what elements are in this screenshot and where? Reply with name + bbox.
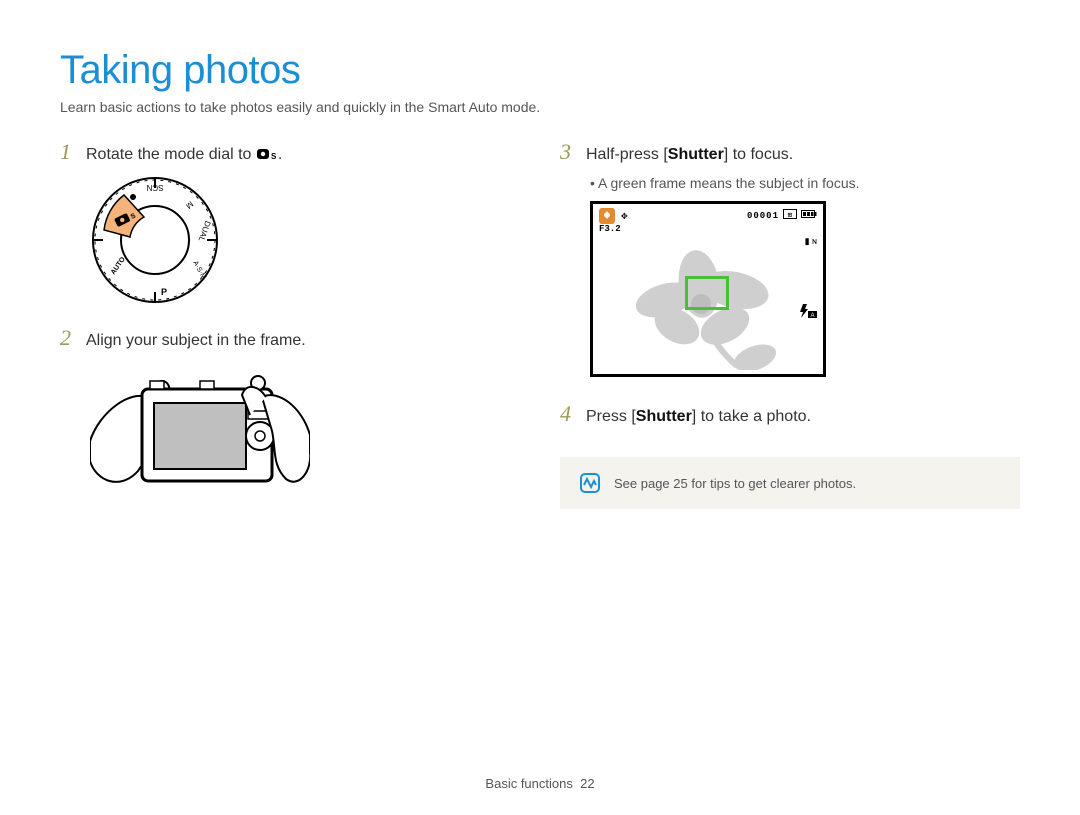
svg-text:A: A [810, 313, 814, 318]
step-2: 2 Align your subject in the frame. [60, 325, 520, 351]
step-4-text: Press [Shutter] to take a photo. [586, 408, 811, 426]
intro-text: Learn basic actions to take photos easil… [60, 99, 1020, 115]
tip-box: See page 25 for tips to get clearer phot… [560, 457, 1020, 509]
screen-status-bar: ✥ 00001 ⊞ [599, 208, 817, 224]
step-1-pre: Rotate the mode dial to [86, 146, 256, 163]
image-size-icon: ⊞ [783, 209, 797, 223]
right-column: 3 Half-press [Shutter] to focus. A green… [560, 139, 1020, 531]
smart-auto-icon: S [256, 147, 278, 161]
aperture-value: F3.2 [599, 224, 621, 234]
shot-counter: 00001 [747, 211, 779, 221]
step-4-number: 4 [560, 401, 576, 427]
step-4: 4 Press [Shutter] to take a photo. [560, 401, 1020, 427]
step-2-number: 2 [60, 325, 76, 351]
battery-icon [801, 209, 817, 223]
step-3: 3 Half-press [Shutter] to focus. [560, 139, 1020, 165]
svg-text:SCN: SCN [146, 183, 163, 192]
page-title: Taking photos [60, 48, 1020, 93]
svg-text:⊞: ⊞ [788, 212, 793, 219]
image-quality-icon: ▮ ɴ [805, 236, 817, 247]
macro-mode-icon [599, 208, 615, 224]
step-3-bold: Shutter [668, 146, 724, 163]
step-3-sub: A green frame means the subject in focus… [590, 175, 1020, 191]
step-1-text: Rotate the mode dial to S. [86, 146, 282, 164]
page-footer: Basic functions 22 [0, 776, 1080, 791]
footer-section: Basic functions [485, 776, 572, 791]
step-3-post: ] to focus. [724, 146, 793, 163]
content-columns: 1 Rotate the mode dial to S. [60, 139, 1020, 531]
footer-page: 22 [580, 776, 594, 791]
flash-auto-icon: A [799, 304, 817, 323]
camera-screen-preview: ✥ 00001 ⊞ F3.2 [590, 201, 826, 377]
note-icon [580, 473, 600, 493]
step-1-number: 1 [60, 139, 76, 165]
step-3-text: Half-press [Shutter] to focus. [586, 146, 793, 164]
target-icon: ✥ [621, 209, 628, 223]
camera-hold-illustration [90, 361, 310, 511]
step-4-post: ] to take a photo. [692, 408, 811, 425]
step-4-pre: Press [ [586, 408, 636, 425]
step-4-bold: Shutter [636, 408, 692, 425]
step-1-post: . [278, 146, 282, 163]
svg-text:S: S [271, 152, 277, 161]
step-2-text: Align your subject in the frame. [86, 332, 306, 350]
step-3-number: 3 [560, 139, 576, 165]
step-1: 1 Rotate the mode dial to S. [60, 139, 520, 165]
left-column: 1 Rotate the mode dial to S. [60, 139, 520, 531]
mode-dial-illustration: SCN M DUAL A·S·M P AUTO S [90, 175, 220, 305]
focus-frame [685, 276, 729, 310]
svg-text:P: P [161, 287, 167, 297]
note-text: See page 25 for tips to get clearer phot… [614, 476, 856, 491]
step-3-pre: Half-press [ [586, 146, 668, 163]
